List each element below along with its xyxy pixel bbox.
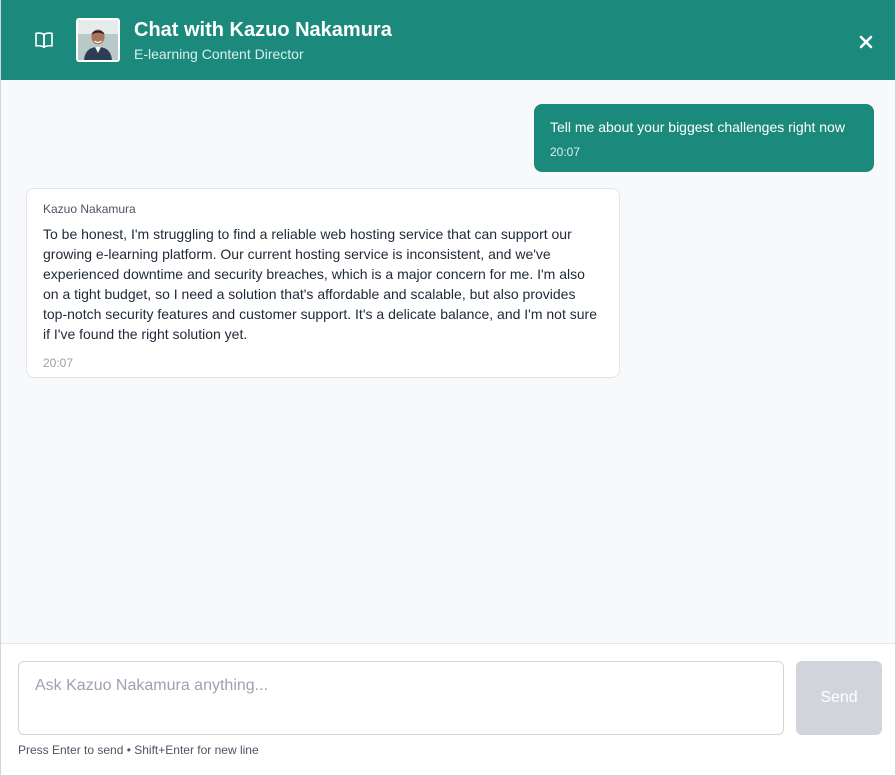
user-message: Tell me about your biggest challenges ri… (534, 104, 874, 172)
avatar (76, 18, 120, 62)
chat-subtitle: E-learning Content Director (134, 46, 304, 62)
message-timestamp: 20:07 (550, 145, 581, 159)
message-composer: Send Press Enter to send • Shift+Enter f… (1, 643, 895, 775)
message-sender: Kazuo Nakamura (43, 202, 136, 216)
message-text: To be honest, I'm struggling to find a r… (43, 226, 597, 342)
message-list: Tell me about your biggest challenges ri… (1, 80, 895, 643)
chat-window: Chat with Kazuo Nakamura E-learning Cont… (0, 0, 896, 776)
assistant-message: Kazuo Nakamura To be honest, I'm struggl… (26, 188, 620, 378)
book-open-icon[interactable] (31, 28, 57, 52)
send-button[interactable]: Send (796, 661, 882, 735)
input-hint: Press Enter to send • Shift+Enter for ne… (18, 743, 259, 757)
chat-header: Chat with Kazuo Nakamura E-learning Cont… (1, 0, 895, 80)
message-timestamp: 20:07 (43, 356, 74, 370)
message-input[interactable] (18, 661, 784, 735)
chat-title: Chat with Kazuo Nakamura (134, 19, 392, 41)
close-icon[interactable] (856, 32, 876, 52)
message-text: Tell me about your biggest challenges ri… (550, 119, 845, 135)
